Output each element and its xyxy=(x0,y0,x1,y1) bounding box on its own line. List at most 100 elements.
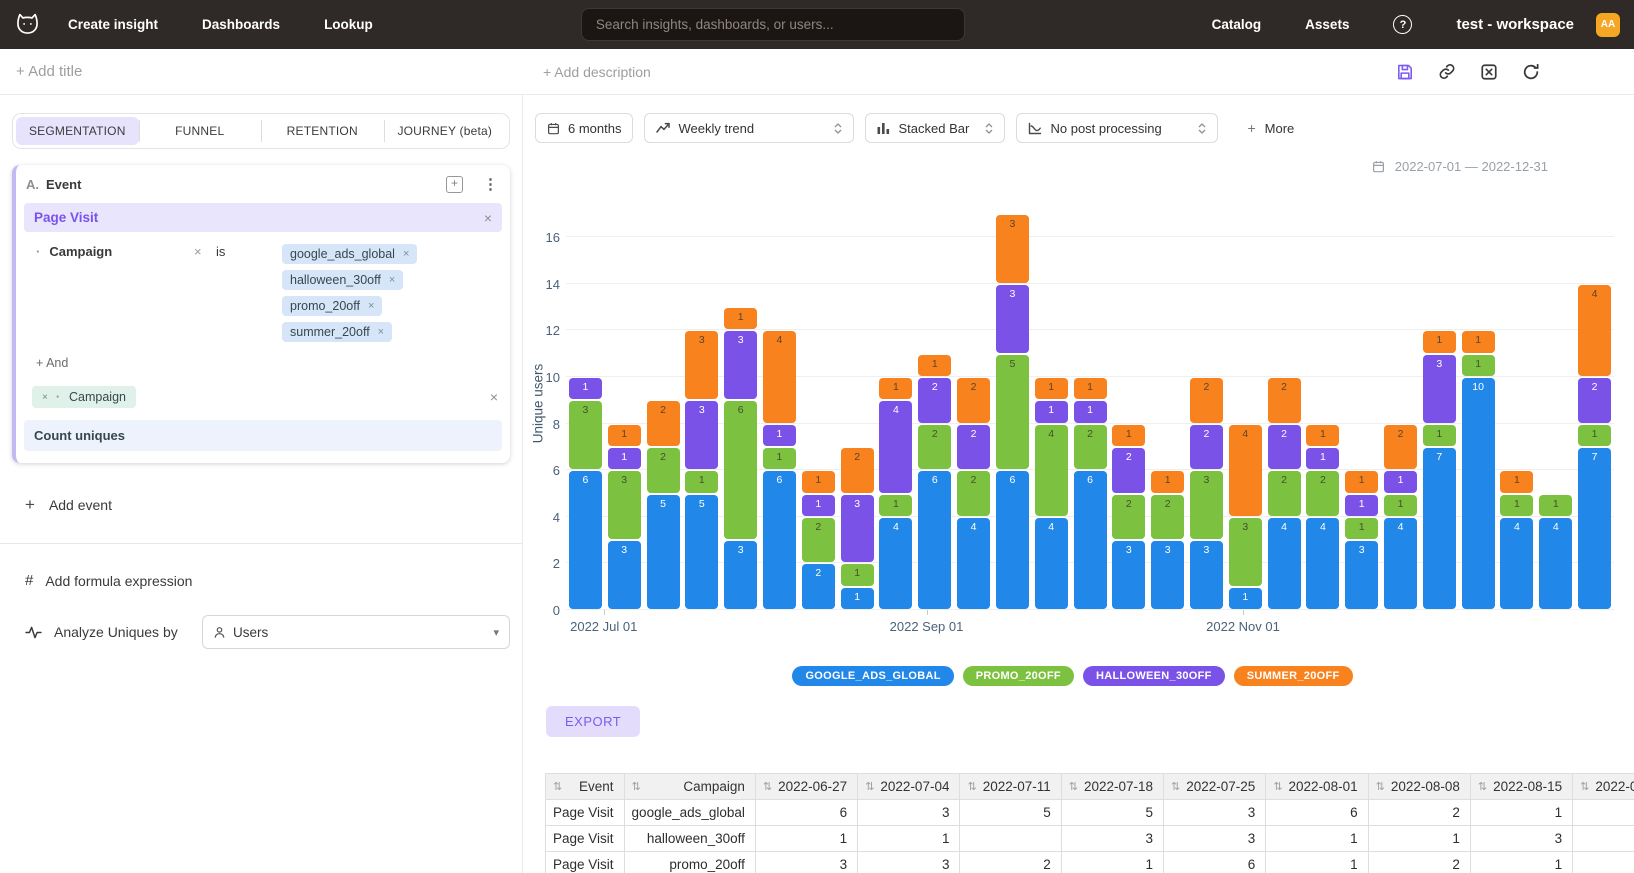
add-title-button[interactable]: + Add title xyxy=(16,63,82,80)
table-header-campaign[interactable]: ⇅Campaign xyxy=(624,774,755,800)
remove-filter-icon[interactable]: × xyxy=(194,244,216,259)
bar-segment-google_ads_global-2022-10-31[interactable]: 4 xyxy=(1268,518,1301,609)
help-icon[interactable]: ? xyxy=(1393,15,1412,34)
bar-segment-promo_20off-2022-10-24[interactable]: 3 xyxy=(1229,518,1262,586)
bar-segment-halloween_30off-2022-08-01[interactable]: 1 xyxy=(763,425,796,446)
sort-icon[interactable]: ⇅ xyxy=(1069,780,1078,793)
bar-segment-halloween_30off-2022-12-26[interactable]: 2 xyxy=(1578,378,1611,423)
table-header-2022-08-15[interactable]: ⇅2022-08-15 xyxy=(1470,774,1572,800)
bar-segment-halloween_30off-2022-11-28[interactable]: 3 xyxy=(1423,355,1456,423)
bar-segment-google_ads_global-2022-11-14[interactable]: 3 xyxy=(1345,541,1378,609)
bar-segment-promo_20off-2022-08-29[interactable]: 2 xyxy=(918,425,951,470)
bar-segment-google_ads_global-2022-12-19[interactable]: 4 xyxy=(1539,518,1572,609)
bar-segment-google_ads_global-2022-08-01[interactable]: 6 xyxy=(763,471,796,609)
filter-value-chip[interactable]: halloween_30off× xyxy=(282,270,403,290)
remove-breakdown-icon[interactable]: × xyxy=(490,390,498,404)
remove-event-icon[interactable]: × xyxy=(484,211,492,225)
bar-segment-google_ads_global-2022-09-19[interactable]: 4 xyxy=(1035,518,1068,609)
nav-item-create-insight[interactable]: Create insight xyxy=(68,17,158,32)
bar-segment-promo_20off-2022-12-05[interactable]: 1 xyxy=(1462,355,1495,376)
add-description-button[interactable]: + Add description xyxy=(543,64,651,80)
bar-segment-summer_20off-2022-08-01[interactable]: 4 xyxy=(763,331,796,422)
bar-segment-halloween_30off-2022-07-25[interactable]: 3 xyxy=(724,331,757,399)
legend-pill-google_ads_global[interactable]: GOOGLE_ADS_GLOBAL xyxy=(792,666,953,686)
sort-icon[interactable]: ⇅ xyxy=(1171,780,1180,793)
bar-segment-google_ads_global-2022-07-25[interactable]: 3 xyxy=(724,541,757,609)
bar-segment-halloween_30off-2022-07-18[interactable]: 3 xyxy=(685,401,718,469)
bar-segment-summer_20off-2022-11-07[interactable]: 1 xyxy=(1306,425,1339,446)
bar-segment-promo_20off-2022-07-25[interactable]: 6 xyxy=(724,401,757,539)
bar-segment-promo_20off-2022-10-31[interactable]: 2 xyxy=(1268,471,1301,516)
analyze-by-select[interactable]: Users ▾ xyxy=(202,615,510,649)
bar-segment-google_ads_global-2022-11-21[interactable]: 4 xyxy=(1384,518,1417,609)
bar-segment-summer_20off-2022-10-24[interactable]: 4 xyxy=(1229,425,1262,516)
bar-segment-summer_20off-2022-07-25[interactable]: 1 xyxy=(724,308,757,329)
table-header-2022-06-27[interactable]: ⇅2022-06-27 xyxy=(755,774,857,800)
date-preset-button[interactable]: 6 months xyxy=(535,113,633,143)
export-button[interactable]: EXPORT xyxy=(546,706,640,737)
bar-segment-summer_20off-2022-09-12[interactable]: 3 xyxy=(996,215,1029,283)
bar-segment-promo_20off-2022-11-21[interactable]: 1 xyxy=(1384,495,1417,516)
tab-retention[interactable]: RETENTION xyxy=(261,117,384,145)
bar-segment-promo_20off-2022-08-08[interactable]: 2 xyxy=(802,518,835,563)
bar-segment-summer_20off-2022-09-26[interactable]: 1 xyxy=(1074,378,1107,399)
bar-segment-summer_20off-2022-07-04[interactable]: 1 xyxy=(608,425,641,446)
bar-segment-promo_20off-2022-10-03[interactable]: 2 xyxy=(1112,495,1145,540)
tab-segmentation[interactable]: SEGMENTATION xyxy=(16,117,139,145)
bar-segment-google_ads_global-2022-11-07[interactable]: 4 xyxy=(1306,518,1339,609)
cat-logo-icon[interactable] xyxy=(10,11,44,38)
tab-funnel[interactable]: FUNNEL xyxy=(139,117,262,145)
bar-segment-summer_20off-2022-08-29[interactable]: 1 xyxy=(918,355,951,376)
bar-segment-promo_20off-2022-12-26[interactable]: 1 xyxy=(1578,425,1611,446)
bar-segment-google_ads_global-2022-08-08[interactable]: 2 xyxy=(802,564,835,609)
close-box-icon[interactable] xyxy=(1480,63,1498,81)
remove-value-icon[interactable]: × xyxy=(368,300,374,312)
bar-segment-summer_20off-2022-12-05[interactable]: 1 xyxy=(1462,331,1495,352)
bar-segment-halloween_30off-2022-10-31[interactable]: 2 xyxy=(1268,425,1301,470)
bar-segment-summer_20off-2022-11-28[interactable]: 1 xyxy=(1423,331,1456,352)
bar-segment-halloween_30off-2022-09-05[interactable]: 2 xyxy=(957,425,990,470)
bar-segment-promo_20off-2022-12-12[interactable]: 1 xyxy=(1500,495,1533,516)
sort-icon[interactable]: ⇅ xyxy=(967,780,976,793)
legend-pill-summer_20off[interactable]: SUMMER_20OFF xyxy=(1234,666,1353,686)
bar-segment-promo_20off-2022-08-01[interactable]: 1 xyxy=(763,448,796,469)
more-button[interactable]: + More xyxy=(1247,120,1294,136)
bar-segment-summer_20off-2022-10-17[interactable]: 2 xyxy=(1190,378,1223,423)
bar-segment-summer_20off-2022-10-10[interactable]: 1 xyxy=(1151,471,1184,492)
legend-pill-halloween_30off[interactable]: HALLOWEEN_30OFF xyxy=(1083,666,1225,686)
table-header-2022-08-22[interactable]: ⇅2022-08-22 xyxy=(1573,774,1634,800)
chart-type-select[interactable]: Stacked Bar xyxy=(865,113,1005,143)
filter-operator[interactable]: is xyxy=(216,244,282,259)
bar-segment-summer_20off-2022-08-22[interactable]: 1 xyxy=(879,378,912,399)
bar-segment-halloween_30off-2022-10-03[interactable]: 2 xyxy=(1112,448,1145,493)
bar-segment-summer_20off-2022-08-15[interactable]: 2 xyxy=(841,448,874,493)
remove-breakdown-chip-icon[interactable]: × xyxy=(42,392,48,403)
post-processing-select[interactable]: No post processing xyxy=(1016,113,1218,143)
kebab-menu-icon[interactable]: ⋮ xyxy=(483,180,498,190)
bar-segment-google_ads_global-2022-07-04[interactable]: 3 xyxy=(608,541,641,609)
bar-segment-google_ads_global-2022-08-29[interactable]: 6 xyxy=(918,471,951,609)
breakdown-chip[interactable]: × ·Campaign xyxy=(32,386,136,408)
filter-value-chip[interactable]: google_ads_global× xyxy=(282,244,417,264)
save-icon[interactable] xyxy=(1396,63,1414,81)
filter-value-chip[interactable]: summer_20off× xyxy=(282,322,392,342)
event-selector[interactable]: Page Visit × xyxy=(24,203,502,232)
nav-item-dashboards[interactable]: Dashboards xyxy=(202,17,280,32)
tab-journey-beta-[interactable]: JOURNEY (beta) xyxy=(384,117,507,145)
add-formula-button[interactable]: # Add formula expression xyxy=(12,572,510,589)
remove-value-icon[interactable]: × xyxy=(389,274,395,286)
nav-item-catalog[interactable]: Catalog xyxy=(1212,17,1262,32)
bar-segment-promo_20off-2022-11-28[interactable]: 1 xyxy=(1423,425,1456,446)
table-header-event[interactable]: ⇅Event xyxy=(546,774,625,800)
bar-segment-halloween_30off-2022-08-08[interactable]: 1 xyxy=(802,495,835,516)
bar-segment-google_ads_global-2022-09-05[interactable]: 4 xyxy=(957,518,990,609)
table-header-2022-08-08[interactable]: ⇅2022-08-08 xyxy=(1368,774,1470,800)
remove-value-icon[interactable]: × xyxy=(403,248,409,260)
bar-segment-google_ads_global-2022-08-22[interactable]: 4 xyxy=(879,518,912,609)
bar-segment-promo_20off-2022-10-10[interactable]: 2 xyxy=(1151,495,1184,540)
bar-segment-promo_20off-2022-11-14[interactable]: 1 xyxy=(1345,518,1378,539)
bar-segment-google_ads_global-2022-10-03[interactable]: 3 xyxy=(1112,541,1145,609)
bar-segment-halloween_30off-2022-11-07[interactable]: 1 xyxy=(1306,448,1339,469)
sort-icon[interactable]: ⇅ xyxy=(1376,780,1385,793)
table-header-2022-07-04[interactable]: ⇅2022-07-04 xyxy=(858,774,960,800)
